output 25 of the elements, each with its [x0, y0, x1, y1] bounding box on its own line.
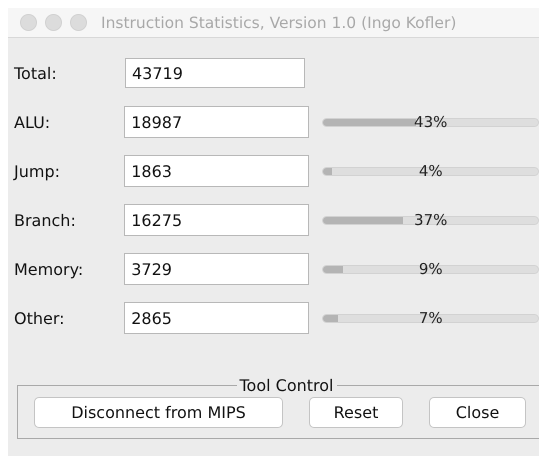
window-title: Instruction Statistics, Version 1.0 (Ingo Kofler): [101, 14, 456, 32]
zoom-window-icon[interactable]: [70, 14, 87, 31]
percent-reading: 7%: [418, 309, 443, 327]
field-label: ALU:: [14, 112, 52, 132]
field-label: Branch:: [14, 210, 77, 230]
field-label: Memory:: [14, 260, 84, 278]
percent-reading: 37%: [414, 211, 448, 229]
close-button[interactable]: Close: [429, 397, 526, 428]
percent-reading: 4%: [418, 162, 443, 180]
count-field[interactable]: 1863: [124, 155, 310, 187]
field-label: Total:: [14, 64, 58, 82]
disconnect-button[interactable]: Disconnect from MIPS: [34, 397, 283, 428]
total-field[interactable]: 43719: [125, 58, 305, 88]
field-label: Other:: [14, 308, 66, 328]
percent-reading: 43%: [414, 113, 448, 131]
minimize-window-icon[interactable]: [45, 14, 62, 31]
reset-button[interactable]: Reset: [309, 397, 403, 428]
count-field[interactable]: 2865: [124, 302, 310, 334]
count-field[interactable]: 3729: [124, 253, 310, 285]
field-label: Jump:: [14, 162, 61, 180]
count-field[interactable]: 16275: [124, 204, 310, 236]
percent-reading: 9%: [418, 260, 443, 278]
group-title: Tool Control: [238, 376, 334, 395]
close-window-icon[interactable]: [20, 14, 37, 31]
count-field[interactable]: 18987: [124, 106, 310, 138]
